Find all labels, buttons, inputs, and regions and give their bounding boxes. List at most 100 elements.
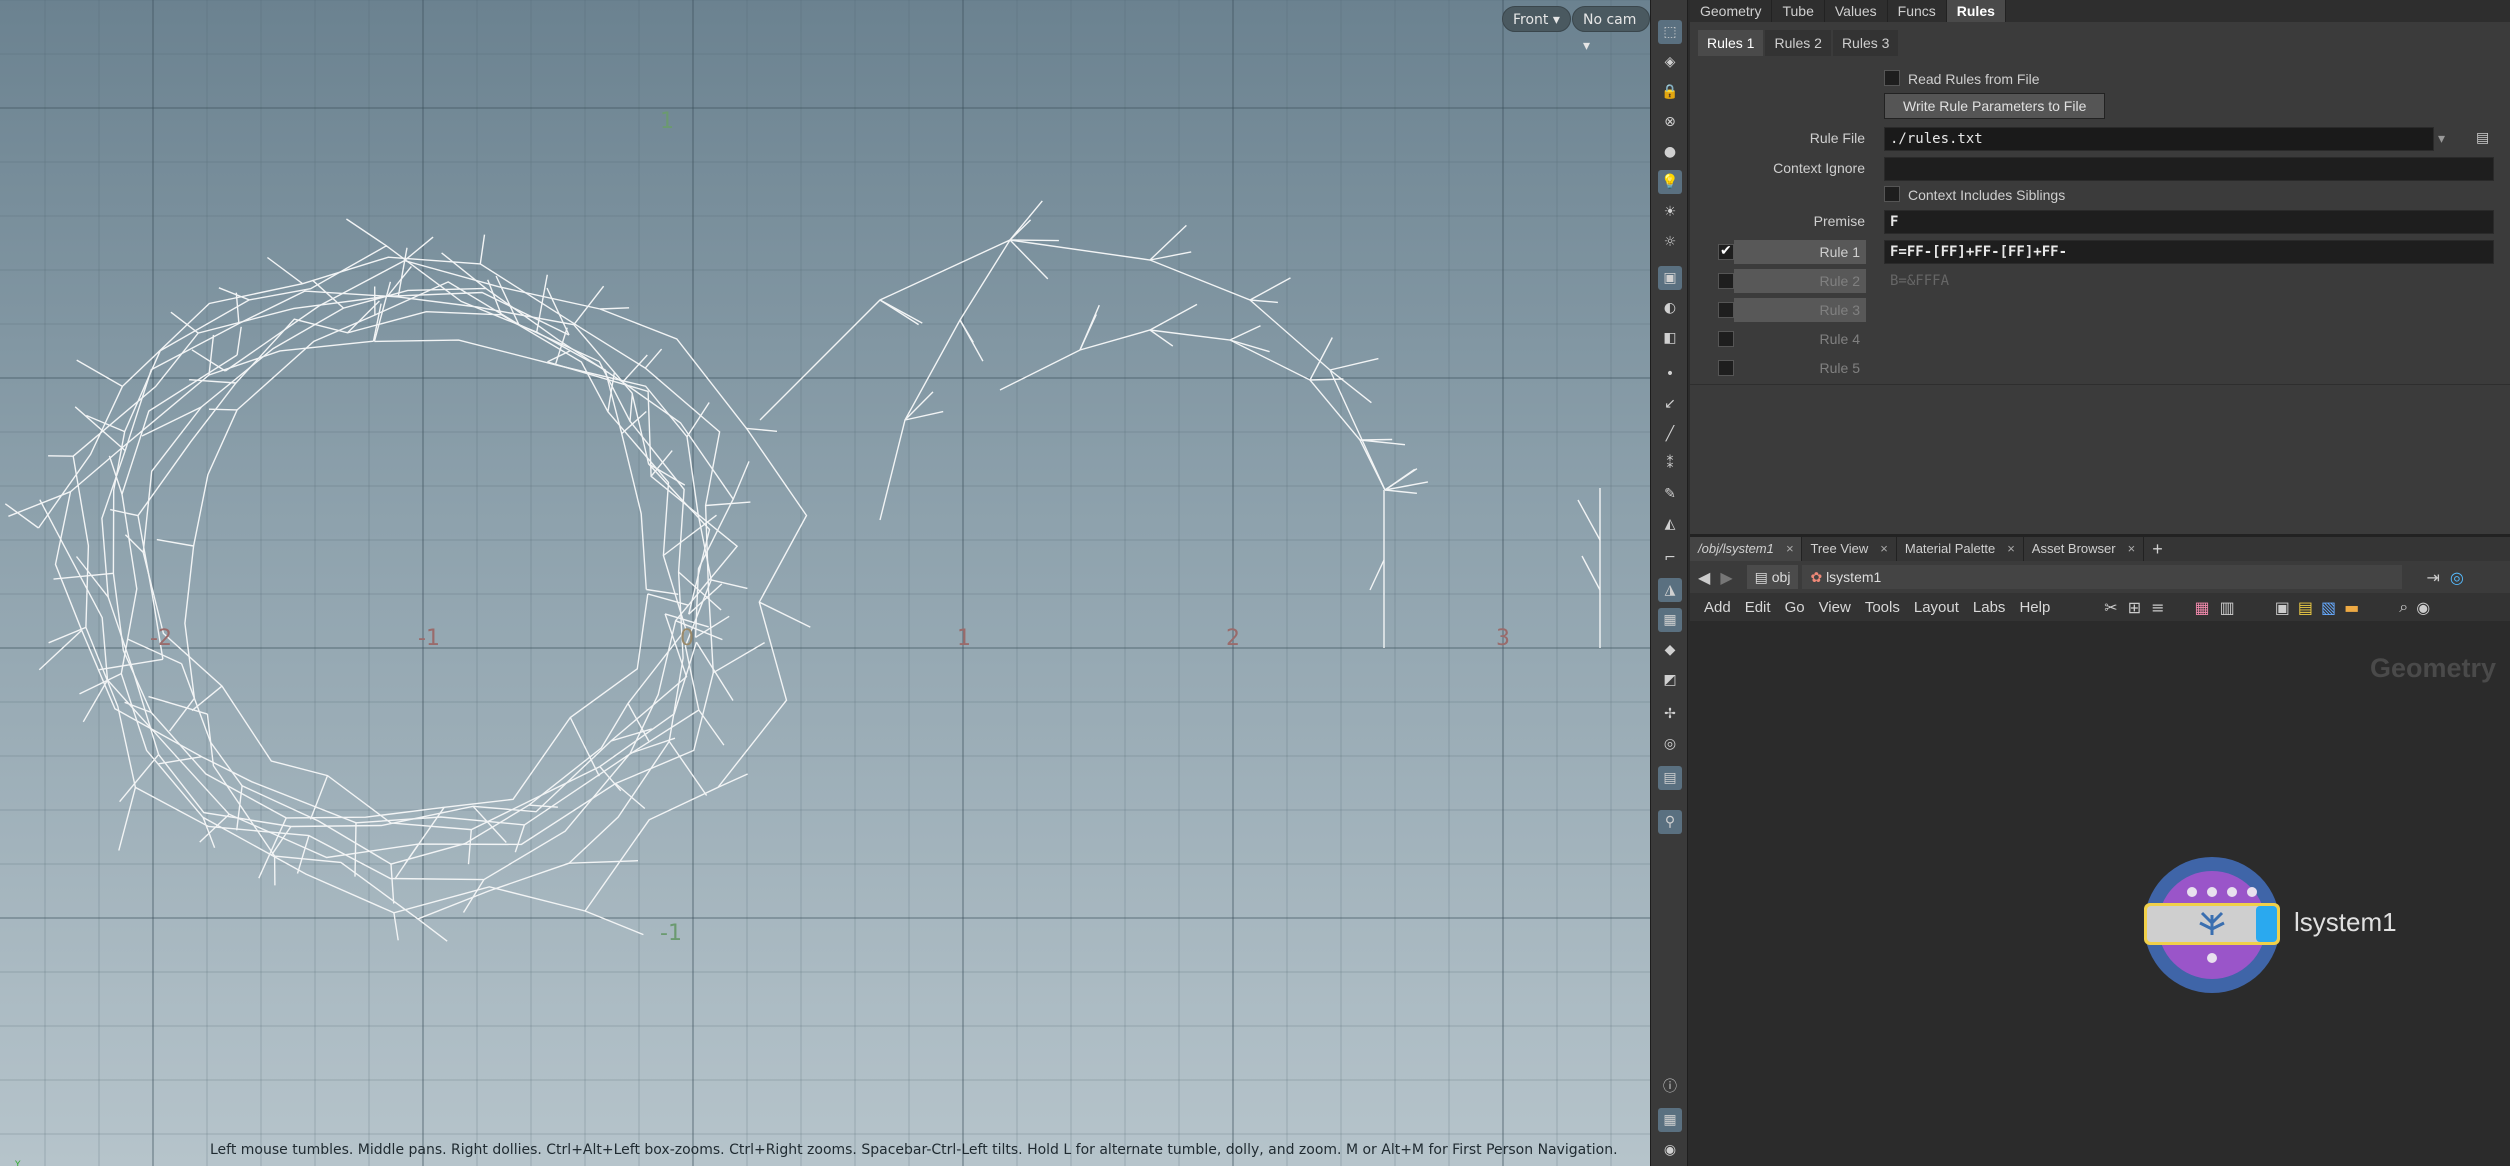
close-circle-icon[interactable]: ⊗: [1658, 110, 1682, 134]
list-icon[interactable]: ≡: [2151, 598, 2164, 617]
chevron-down-icon[interactable]: ▾: [2438, 130, 2445, 147]
eye-icon[interactable]: ◉: [2416, 598, 2430, 617]
rule-3-enable-checkbox[interactable]: [1718, 302, 1734, 318]
add-tab-button[interactable]: +: [2144, 537, 2171, 561]
point-display-icon[interactable]: •: [1658, 362, 1682, 386]
lock-icon[interactable]: 🔒: [1658, 80, 1682, 104]
tab-asset-browser[interactable]: Asset Browser ×: [2024, 537, 2145, 561]
tab-obj-lsystem1[interactable]: /obj/lsystem1 ×: [1690, 537, 1803, 561]
x-tick-label: -1: [418, 626, 440, 651]
tab-funcs[interactable]: Funcs: [1888, 0, 1947, 22]
subtab-rules-3[interactable]: Rules 3: [1832, 30, 1899, 56]
background-icon[interactable]: ▦: [1658, 608, 1682, 632]
render-region-icon[interactable]: ▤: [1658, 766, 1682, 790]
tab-tree-view[interactable]: Tree View ×: [1802, 537, 1897, 561]
tab-material-palette[interactable]: Material Palette ×: [1897, 537, 2024, 561]
folder-icon: ▤: [1754, 569, 1772, 585]
tab-values[interactable]: Values: [1825, 0, 1888, 22]
display-options-icon[interactable]: ◐: [1658, 296, 1682, 320]
shading-sphere-icon[interactable]: ●: [1658, 140, 1682, 164]
close-icon[interactable]: ×: [1786, 541, 1794, 556]
forward-arrow-icon[interactable]: ▶: [1720, 568, 1732, 587]
menu-go[interactable]: Go: [1785, 599, 1805, 616]
select-tool-icon[interactable]: ⬚: [1658, 20, 1682, 44]
rule-4-input[interactable]: [1884, 327, 2494, 351]
menu-labs[interactable]: Labs: [1973, 599, 2006, 616]
viewport-toolbar: ⬚ ◈ 🔒 ⊗ ● 💡 ☀ ☼ ▣ ◐ ◧ • ↙ ╱ ⁑ ✎ ◭ ⌐ ◮ ▦ …: [1650, 0, 1688, 1166]
rule-5-input[interactable]: [1884, 356, 2494, 380]
paint-icon[interactable]: ◭: [1658, 512, 1682, 536]
path-segment-lsystem1[interactable]: ✿ lsystem1: [1802, 565, 2403, 589]
object-select-icon[interactable]: ◈: [1658, 50, 1682, 74]
fog-icon[interactable]: ◆: [1658, 638, 1682, 662]
color-palette-icon[interactable]: ▦: [2195, 598, 2210, 617]
light-bulb-icon[interactable]: 💡: [1658, 170, 1682, 194]
image-icon[interactable]: ▧: [2321, 598, 2336, 617]
search-icon[interactable]: ⌕: [2399, 597, 2408, 617]
rule-4-enable-checkbox[interactable]: [1718, 331, 1734, 347]
shape-palette-icon[interactable]: ▥: [2220, 598, 2235, 617]
rule-file-input[interactable]: ./rules.txt: [1884, 127, 2434, 151]
premise-input[interactable]: F: [1884, 210, 2494, 234]
scene-viewport[interactable]: -2 -1 0 1 2 3 1 -1 Front ▾ No cam ▾ Y Z …: [0, 0, 1650, 1166]
pin-icon[interactable]: ⇥: [2426, 568, 2439, 587]
light-link-icon[interactable]: ☼: [1658, 230, 1682, 254]
subtab-rules-2[interactable]: Rules 2: [1765, 30, 1831, 56]
ghost-icon[interactable]: ◮: [1658, 578, 1682, 602]
subtab-rules-1[interactable]: Rules 1: [1698, 30, 1764, 56]
snapshot-icon[interactable]: ◧: [1658, 326, 1682, 350]
back-arrow-icon[interactable]: ◀: [1698, 568, 1710, 587]
view-menu-button[interactable]: Front ▾: [1502, 6, 1571, 32]
viewport-canvas[interactable]: -2 -1 0 1 2 3 1 -1: [0, 0, 1650, 1166]
menu-view[interactable]: View: [1819, 599, 1851, 616]
camera-menu-button[interactable]: No cam ▾: [1572, 6, 1650, 54]
network-box-icon[interactable]: ▣: [2275, 598, 2290, 617]
rule-2-enable-checkbox[interactable]: [1718, 273, 1734, 289]
texture-icon[interactable]: ◩: [1658, 668, 1682, 692]
path-segment-obj[interactable]: ▤ obj: [1746, 565, 1799, 589]
snap-icon[interactable]: ⚲: [1658, 810, 1682, 834]
close-icon[interactable]: ×: [2007, 541, 2015, 556]
context-siblings-checkbox[interactable]: [1884, 186, 1900, 202]
branch-stroke: [191, 349, 226, 372]
brush-icon[interactable]: ✎: [1658, 482, 1682, 506]
branch-stroke: [1249, 277, 1291, 301]
rule-1-enable-checkbox[interactable]: [1718, 242, 1734, 260]
rule-2-input[interactable]: B=&FFFA: [1884, 269, 2494, 293]
wrench-icon[interactable]: ✂: [2104, 598, 2117, 617]
sticky-note-icon[interactable]: ▤: [2298, 598, 2313, 617]
menu-add[interactable]: Add: [1704, 599, 1731, 616]
rule-3-label: Rule 3: [1734, 298, 1866, 322]
number-display-icon[interactable]: ⁑: [1658, 452, 1682, 476]
write-rules-button[interactable]: Write Rule Parameters to File: [1884, 93, 2106, 119]
tab-tube[interactable]: Tube: [1772, 0, 1825, 22]
rule-3-input[interactable]: [1884, 298, 2494, 322]
menu-edit[interactable]: Edit: [1745, 599, 1771, 616]
pivot-icon[interactable]: ✢: [1658, 702, 1682, 726]
close-icon[interactable]: ×: [2128, 541, 2136, 556]
menu-tools[interactable]: Tools: [1865, 599, 1900, 616]
menu-layout[interactable]: Layout: [1914, 599, 1959, 616]
link-icon[interactable]: ◎: [2450, 568, 2464, 587]
camera-icon[interactable]: ▣: [1658, 266, 1682, 290]
normal-display-icon[interactable]: ↙: [1658, 392, 1682, 416]
eye-icon[interactable]: ◉: [1658, 1138, 1682, 1162]
light-icon[interactable]: ☀: [1658, 200, 1682, 224]
edge-display-icon[interactable]: ╱: [1658, 422, 1682, 446]
tab-geometry[interactable]: Geometry: [1690, 0, 1773, 22]
menu-help[interactable]: Help: [2019, 599, 2050, 616]
tab-rules[interactable]: Rules: [1946, 0, 2006, 22]
safe-area-icon[interactable]: ◎: [1658, 732, 1682, 756]
dots-icon[interactable]: ▬: [2344, 598, 2359, 617]
file-browse-icon[interactable]: ▤: [2476, 129, 2489, 146]
rule-5-enable-checkbox[interactable]: [1718, 360, 1734, 376]
layout-grid-icon[interactable]: ▦: [1658, 1108, 1682, 1132]
close-icon[interactable]: ×: [1880, 541, 1888, 556]
tree-icon[interactable]: ⊞: [2128, 598, 2141, 617]
curve-icon[interactable]: ⌐: [1658, 546, 1682, 570]
read-rules-checkbox[interactable]: [1884, 70, 1900, 86]
context-ignore-input[interactable]: [1884, 157, 2494, 181]
info-icon[interactable]: ⓘ: [1658, 1074, 1682, 1098]
rule-1-input[interactable]: F=FF-[FF]+FF-[FF]+FF-: [1884, 240, 2494, 264]
lsystem-node[interactable]: [2142, 855, 2282, 995]
